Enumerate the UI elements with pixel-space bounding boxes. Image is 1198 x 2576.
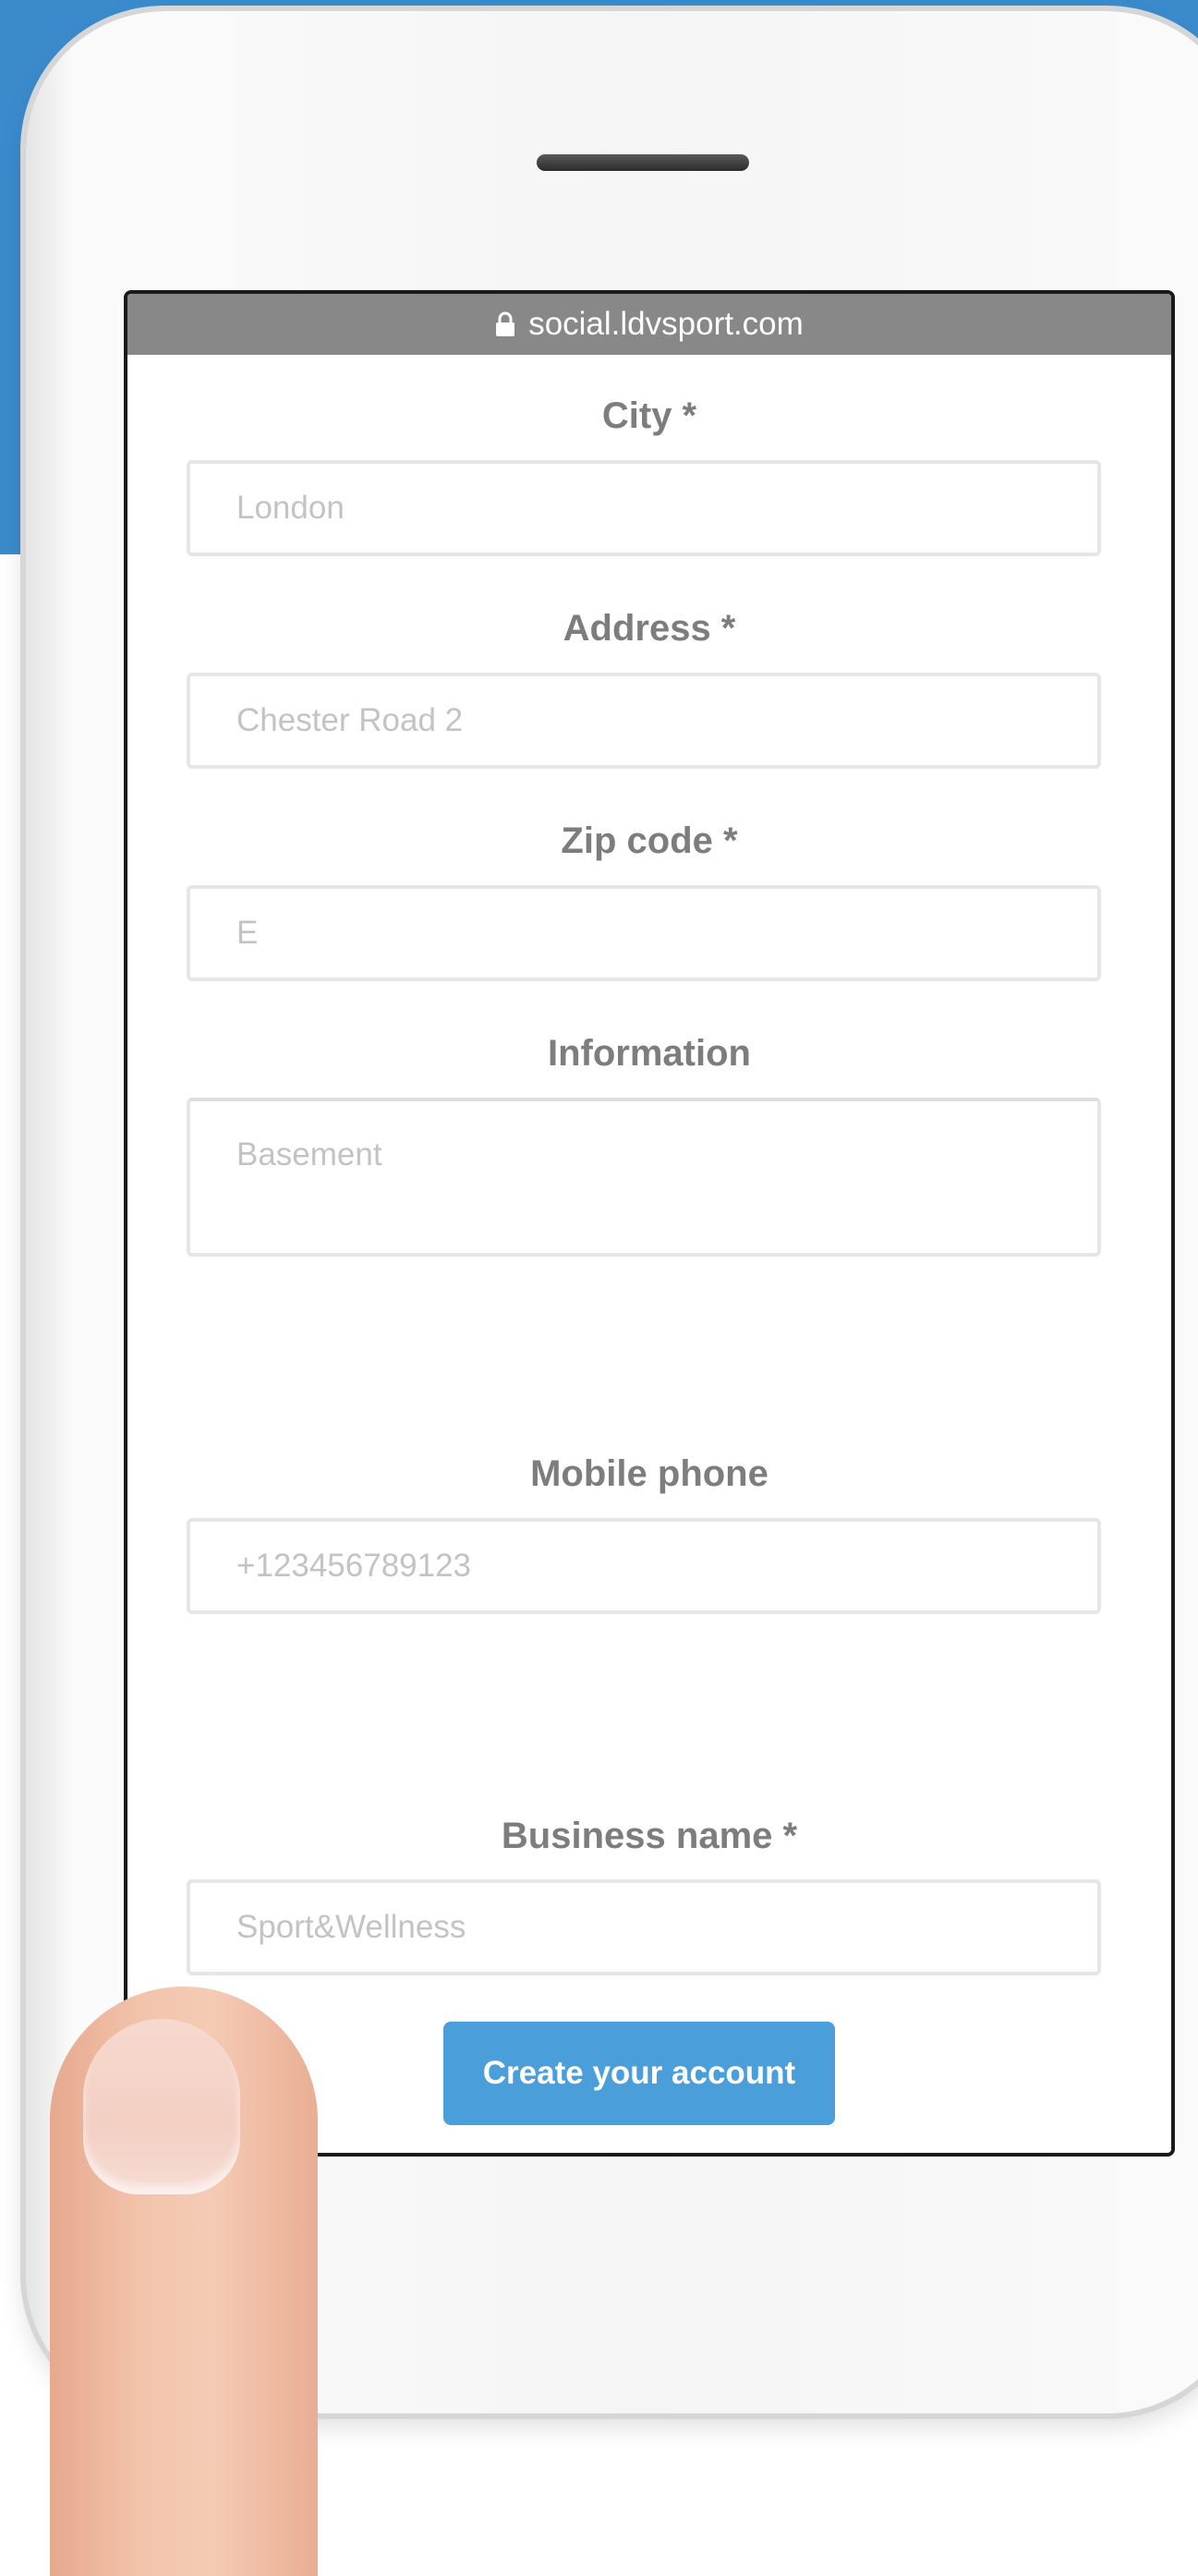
address-label: Address *	[563, 608, 736, 649]
phone-screen: social.ldvsport.com City * Address * Zip…	[124, 290, 1175, 2157]
create-account-button[interactable]: Create your account	[443, 2022, 835, 2125]
photo-stage: social.ldvsport.com City * Address * Zip…	[0, 0, 1198, 2576]
zip-code-input[interactable]	[187, 885, 1101, 981]
phone-speaker	[537, 154, 749, 171]
business-name-label: Business name *	[501, 1816, 798, 1856]
url-text: social.ldvsport.com	[528, 306, 804, 342]
zip-code-label: Zip code *	[561, 820, 738, 861]
fingernail	[83, 2019, 240, 2194]
mobile-phone-label: Mobile phone	[530, 1453, 768, 1494]
lock-icon	[495, 311, 515, 337]
city-input[interactable]	[187, 460, 1101, 556]
mobile-phone-input[interactable]	[187, 1518, 1101, 1614]
address-input[interactable]	[187, 673, 1101, 769]
information-textarea[interactable]	[187, 1098, 1101, 1257]
information-label: Information	[548, 1033, 751, 1074]
business-name-input[interactable]	[187, 1879, 1101, 1975]
browser-url-bar[interactable]: social.ldvsport.com	[127, 294, 1171, 355]
city-label: City *	[601, 395, 697, 436]
